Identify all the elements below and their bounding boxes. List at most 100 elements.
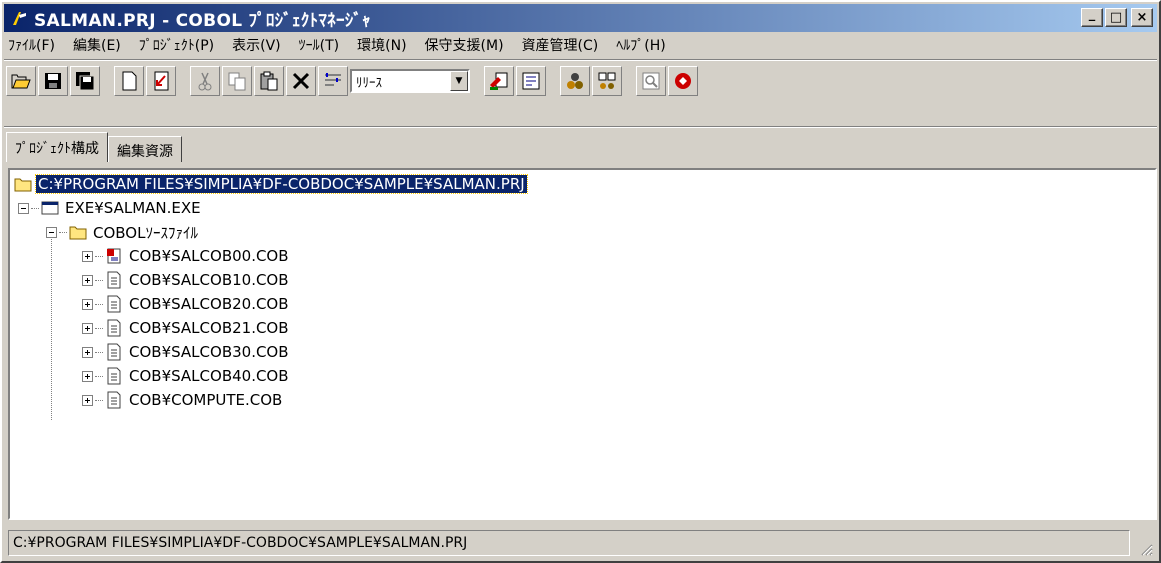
compile-button[interactable] — [484, 66, 514, 96]
execute-button[interactable] — [668, 66, 698, 96]
build-mode-value: ﾘﾘｰｽ — [356, 75, 382, 91]
expand-icon[interactable] — [82, 370, 93, 382]
menu-project[interactable]: ﾌﾟﾛｼﾞｪｸﾄ(P) — [130, 35, 223, 55]
maximize-icon: □ — [1109, 10, 1123, 25]
copy-icon — [228, 72, 246, 91]
paste-button[interactable] — [254, 66, 284, 96]
preview-button[interactable] — [636, 66, 666, 96]
minimize-icon: _ — [1088, 7, 1096, 22]
menu-edit[interactable]: 編集(E) — [64, 35, 130, 55]
tree-row-file[interactable]: COB¥SALCOB21.COB — [82, 316, 291, 340]
tree-connector — [95, 327, 103, 329]
build-all-button[interactable] — [592, 66, 622, 96]
save-button[interactable] — [38, 66, 68, 96]
open-folder-icon — [11, 74, 31, 89]
tree-row-file[interactable]: COB¥SALCOB30.COB — [82, 340, 291, 364]
project-manager-window: SALMAN.PRJ - COBOL ﾌﾟﾛｼﾞｪｸﾄﾏﾈｰｼﾞｬ _ □ × … — [0, 0, 1161, 563]
file-label: COB¥SALCOB10.COB — [129, 271, 289, 289]
expand-icon[interactable] — [82, 250, 93, 262]
window-title: SALMAN.PRJ - COBOL ﾌﾟﾛｼﾞｪｸﾄﾏﾈｰｼﾞｬ — [34, 10, 371, 31]
source-folder-label: COBOLｿｰｽﾌｧｲﾙ — [93, 223, 198, 242]
project-manager-icon — [13, 12, 26, 25]
file-label: COB¥SALCOB20.COB — [129, 295, 289, 313]
expand-icon[interactable] — [82, 346, 93, 358]
preview-icon — [642, 72, 660, 90]
expand-icon[interactable] — [82, 322, 93, 334]
tree-row-exe[interactable]: EXE¥SALMAN.EXE — [18, 196, 203, 220]
tree-connector — [95, 279, 103, 281]
build-icon — [567, 73, 583, 89]
execute-icon — [675, 73, 691, 89]
source-file-icon — [107, 271, 121, 289]
window-controls: _ □ × — [1081, 7, 1153, 27]
tree-connector — [31, 207, 39, 209]
minimize-button[interactable]: _ — [1081, 7, 1103, 27]
menu-help[interactable]: ﾍﾙﾌﾟ(H) — [607, 35, 674, 55]
resize-grip-icon[interactable] — [1139, 542, 1153, 556]
tree-guide — [51, 230, 52, 420]
source-file-icon — [107, 295, 121, 313]
source-file-icon — [107, 343, 121, 361]
file-label: COB¥SALCOB21.COB — [129, 319, 289, 337]
file-label: COB¥SALCOB00.COB — [129, 247, 289, 265]
paste-icon — [260, 71, 278, 91]
maximize-button[interactable]: □ — [1105, 8, 1127, 27]
file-label: COB¥SALCOB40.COB — [129, 367, 289, 385]
tree-connector — [59, 231, 67, 233]
expand-icon[interactable] — [82, 394, 93, 406]
copy-button[interactable] — [222, 66, 252, 96]
tree-row-file[interactable]: COB¥SALCOB20.COB — [82, 292, 291, 316]
folder-icon — [69, 226, 87, 240]
menu-bar: ﾌｧｲﾙ(F) 編集(E) ﾌﾟﾛｼﾞｪｸﾄ(P) 表示(V) ﾂｰﾙ(T) 環… — [4, 33, 1157, 57]
tree-row-file[interactable]: COB¥SALCOB10.COB — [82, 268, 291, 292]
status-path: C:¥PROGRAM FILES¥SIMPLIA¥DF-COBDOC¥SAMPL… — [8, 530, 1130, 556]
tree-row-source-folder[interactable]: COBOLｿｰｽﾌｧｲﾙ — [46, 220, 200, 244]
delete-icon — [292, 72, 310, 90]
collapse-icon[interactable] — [18, 202, 29, 214]
tab-edit-resources[interactable]: 編集資源 — [108, 136, 182, 162]
import-icon — [154, 71, 169, 91]
tree-row-file[interactable]: COB¥SALCOB40.COB — [82, 364, 291, 388]
tree-connector — [95, 303, 103, 305]
tab-project-structure[interactable]: ﾌﾟﾛｼﾞｪｸﾄ構成 — [6, 132, 108, 162]
dropdown-arrow-icon[interactable]: ▼ — [450, 71, 468, 91]
properties-icon — [325, 73, 341, 86]
source-file-icon — [107, 367, 121, 385]
source-file-icon — [107, 391, 121, 409]
menu-view[interactable]: 表示(V) — [223, 35, 290, 55]
build-mode-select[interactable]: ﾘﾘｰｽ ▼ — [350, 69, 470, 93]
rebuild-icon — [522, 72, 540, 90]
menu-tools[interactable]: ﾂｰﾙ(T) — [290, 35, 348, 55]
open-button[interactable] — [6, 66, 36, 96]
tree-connector — [95, 399, 103, 401]
expand-icon[interactable] — [82, 298, 93, 310]
source-file-icon — [107, 319, 121, 337]
close-button[interactable]: × — [1131, 8, 1153, 27]
cut-button[interactable] — [190, 66, 220, 96]
tree-row-file[interactable]: COB¥SALCOB00.COB — [82, 244, 291, 268]
menu-maintenance[interactable]: 保守支援(M) — [416, 35, 513, 55]
menu-environment[interactable]: 環境(N) — [348, 35, 415, 55]
close-icon: × — [1136, 10, 1148, 25]
delete-button[interactable] — [286, 66, 316, 96]
executable-window-icon — [41, 201, 59, 215]
properties-button[interactable] — [318, 66, 348, 96]
save-all-button[interactable] — [70, 66, 100, 96]
menu-asset-management[interactable]: 資産管理(C) — [513, 35, 608, 55]
expand-icon[interactable] — [82, 274, 93, 286]
file-label: COB¥COMPUTE.COB — [129, 391, 283, 409]
project-tree[interactable]: C:¥PROGRAM FILES¥SIMPLIA¥DF-COBDOC¥SAMPL… — [8, 168, 1157, 520]
save-icon — [45, 73, 61, 89]
menu-file[interactable]: ﾌｧｲﾙ(F) — [4, 35, 64, 55]
project-path-label: C:¥PROGRAM FILES¥SIMPLIA¥DF-COBDOC¥SAMPL… — [35, 174, 528, 194]
menu-separator — [4, 59, 1157, 61]
tree-row-file[interactable]: COB¥COMPUTE.COB — [82, 388, 284, 412]
rebuild-button[interactable] — [516, 66, 546, 96]
collapse-icon[interactable] — [46, 226, 57, 238]
import-button[interactable] — [146, 66, 176, 96]
new-button[interactable] — [114, 66, 144, 96]
new-document-icon — [122, 71, 137, 91]
title-bar[interactable]: SALMAN.PRJ - COBOL ﾌﾟﾛｼﾞｪｸﾄﾏﾈｰｼﾞｬ _ □ × — [4, 4, 1157, 32]
tree-row-project[interactable]: C:¥PROGRAM FILES¥SIMPLIA¥DF-COBDOC¥SAMPL… — [14, 172, 528, 196]
build-button[interactable] — [560, 66, 590, 96]
